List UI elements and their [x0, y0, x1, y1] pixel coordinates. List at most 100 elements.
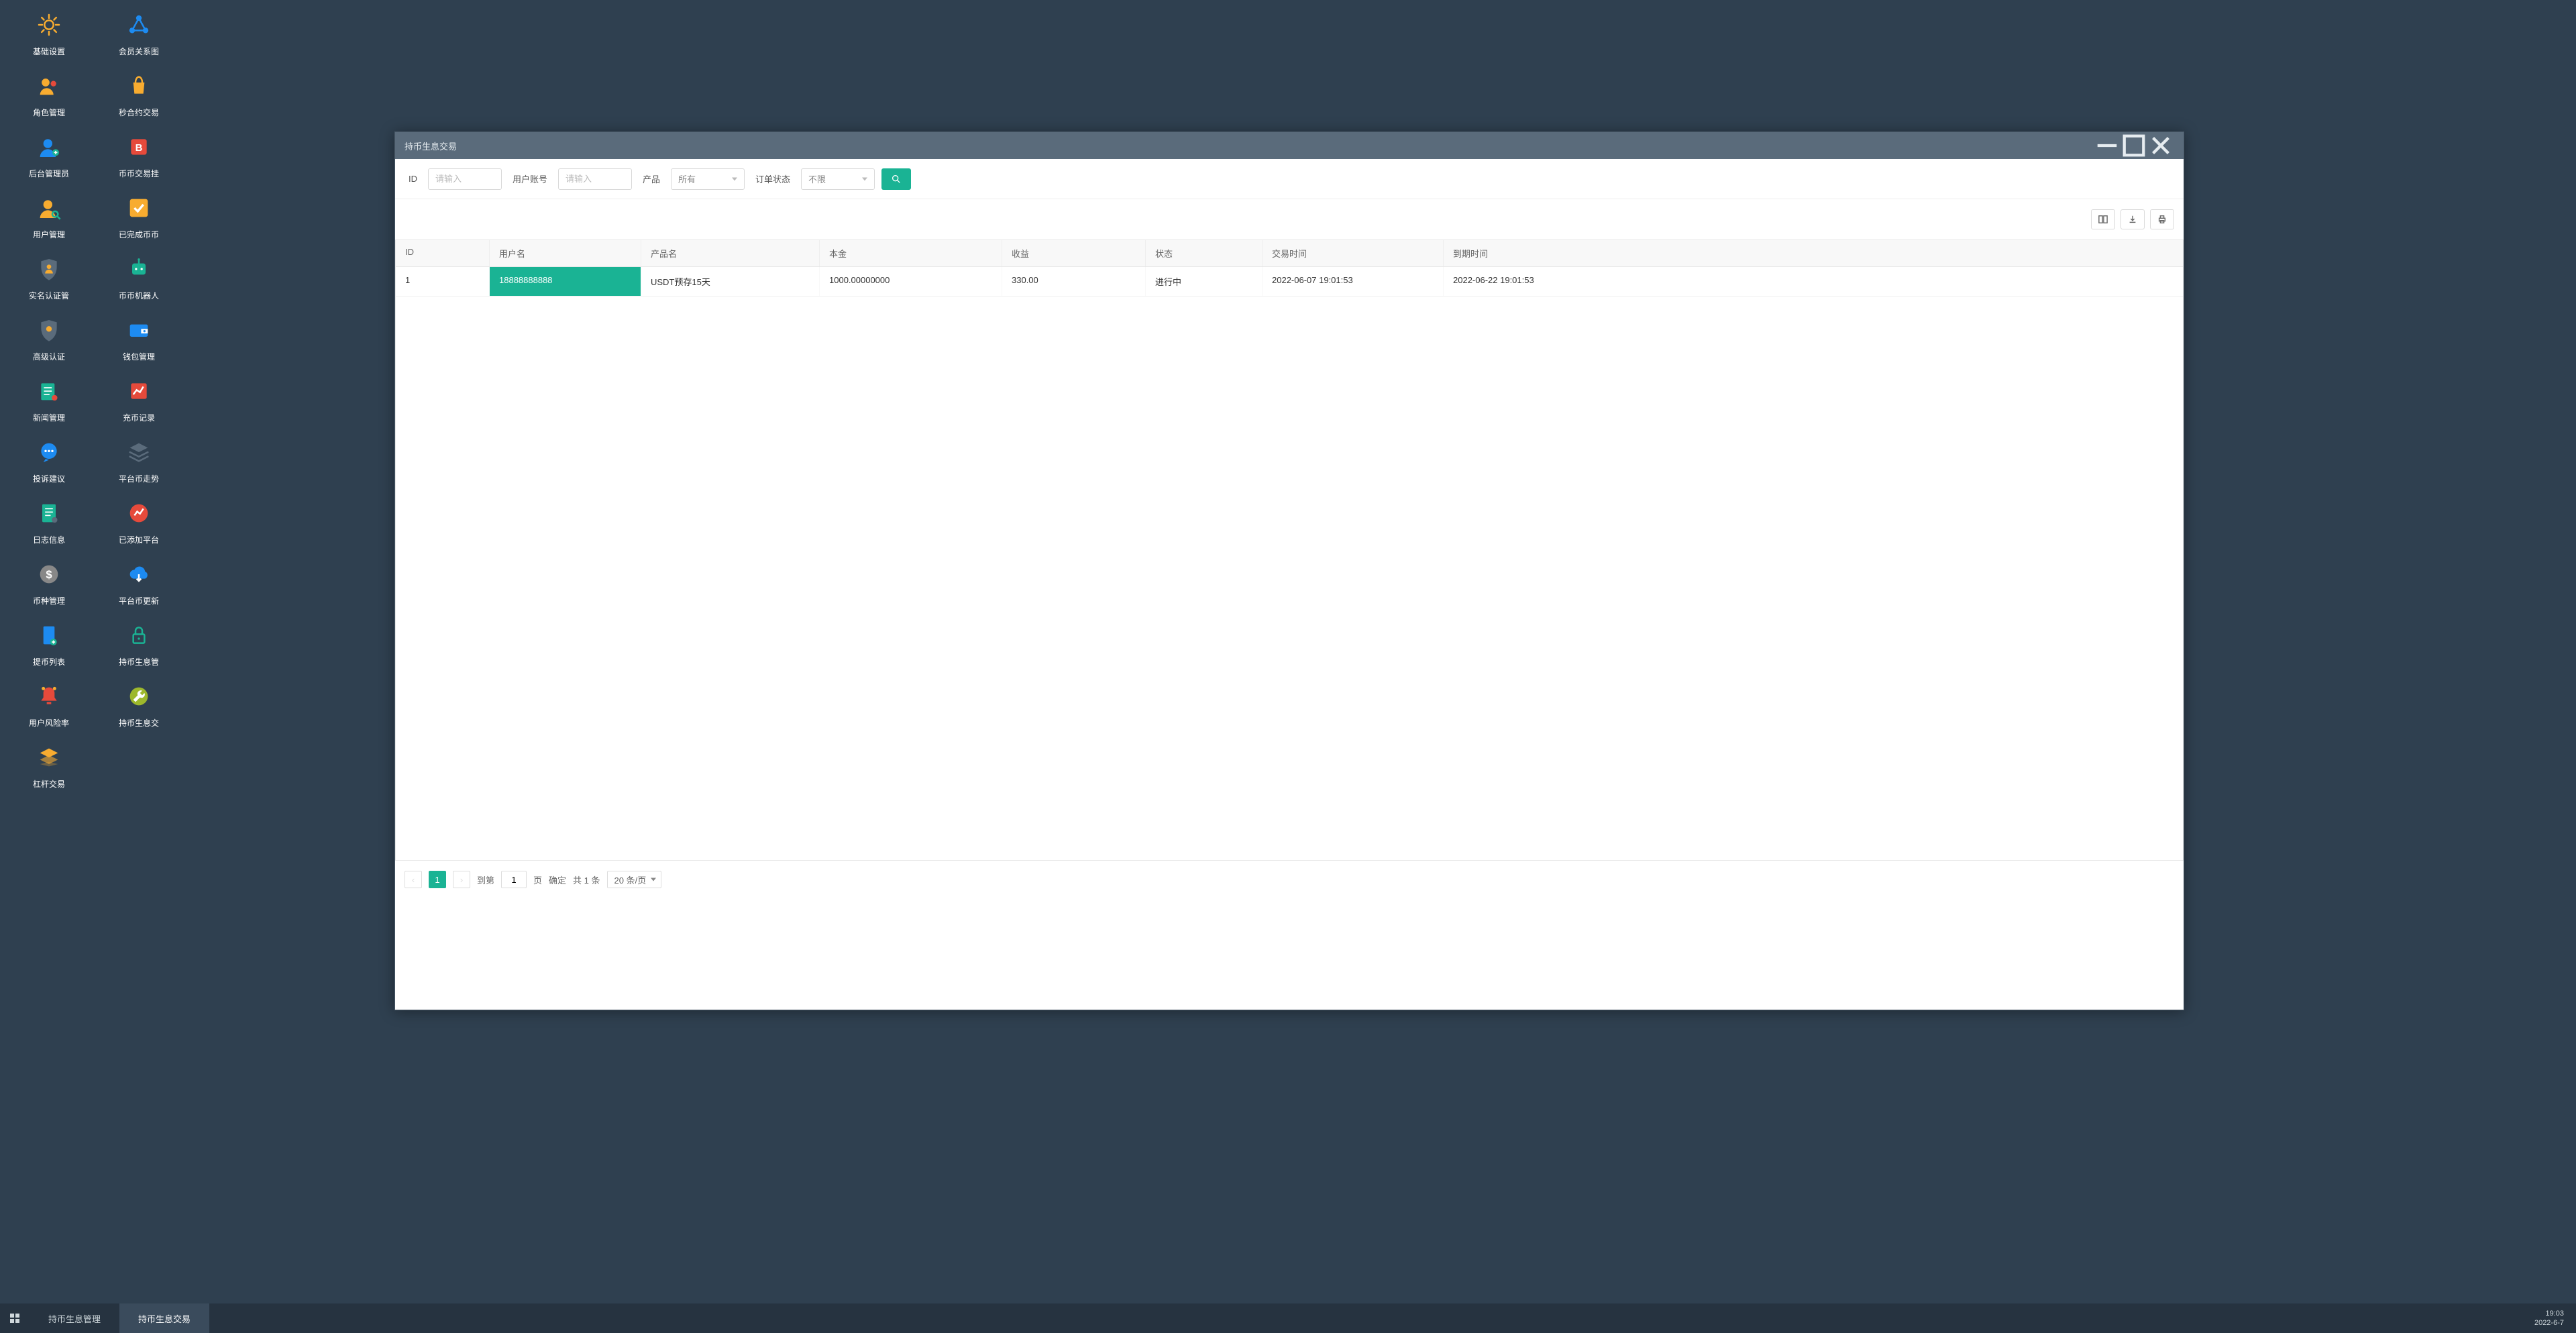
- page-next-button[interactable]: ›: [453, 871, 470, 888]
- robot-icon: [121, 251, 157, 287]
- trendcircle-icon: [121, 495, 157, 531]
- desktop-icon-15[interactable]: 平台币走势: [95, 434, 182, 484]
- print-button[interactable]: [2150, 209, 2174, 229]
- search-button[interactable]: [881, 168, 911, 190]
- cell-income: 330.00: [1002, 267, 1146, 296]
- desktop-icon-label: 基础设置: [33, 46, 65, 57]
- desktop-icon-16[interactable]: 日志信息: [5, 495, 93, 545]
- goto-unit: 页: [533, 873, 542, 886]
- search-icon: [891, 174, 902, 184]
- desktop-icon-14[interactable]: 投诉建议: [5, 434, 93, 484]
- window-titlebar[interactable]: 持币生息交易: [395, 132, 2184, 159]
- goto-confirm-button[interactable]: 确定: [549, 873, 566, 886]
- filter-account-label: 用户账号: [508, 172, 551, 185]
- desktop-icon-19[interactable]: 平台币更新: [95, 556, 182, 606]
- desktop-icon-label: 币币机器人: [119, 290, 159, 301]
- taskbar-clock[interactable]: 19:03 2022-6-7: [2522, 1303, 2576, 1333]
- desktop-icon-label: 持币生息管: [119, 656, 159, 668]
- usersearch-icon: [31, 190, 67, 226]
- gear-icon: [31, 7, 67, 43]
- window-holding-interest-tx: 持币生息交易 ID 用户账号 产品 所有 订单状态 不限 ID 用户名 产品名 …: [394, 131, 2184, 1010]
- export-icon: [2128, 215, 2137, 224]
- desktop-icon-6[interactable]: 用户管理: [5, 190, 93, 240]
- col-user: 用户名: [490, 240, 641, 266]
- filter-account-input[interactable]: [558, 168, 632, 190]
- desktop-icon-label: 新闻管理: [33, 412, 65, 423]
- desktop-icon-label: 币种管理: [33, 595, 65, 606]
- desktop-icon-13[interactable]: 充币记录: [95, 373, 182, 423]
- svg-text:$: $: [46, 568, 52, 581]
- filter-bar: ID 用户账号 产品 所有 订单状态 不限: [395, 159, 2184, 199]
- desktop-icon-23[interactable]: 持币生息交: [95, 678, 182, 729]
- taskbar: 持币生息管理持币生息交易 19:03 2022-6-7: [0, 1303, 2576, 1333]
- desktop-icon-0[interactable]: 基础设置: [5, 7, 93, 57]
- dollar-icon: $: [31, 556, 67, 592]
- col-id: ID: [396, 240, 490, 266]
- desktop-icon-label: 提币列表: [33, 656, 65, 668]
- desktop-icon-12[interactable]: 新闻管理: [5, 373, 93, 423]
- taskbar-item-1[interactable]: 持币生息交易: [119, 1303, 209, 1333]
- desktop-icon-7[interactable]: 已完成币币: [95, 190, 182, 240]
- col-income: 收益: [1002, 240, 1146, 266]
- taskbar-item-0[interactable]: 持币生息管理: [30, 1303, 119, 1333]
- page-number-current[interactable]: 1: [429, 871, 446, 888]
- data-table: ID 用户名 产品名 本金 收益 状态 交易时间 到期时间 1 18888888…: [395, 239, 2184, 861]
- shielduser-icon: [31, 251, 67, 287]
- windows-icon: [9, 1313, 20, 1324]
- stack-icon: [121, 434, 157, 470]
- desktop-icon-label: 投诉建议: [33, 473, 65, 484]
- columns-icon: [2098, 215, 2108, 224]
- userplus-icon: [31, 129, 67, 165]
- desktop-icon-22[interactable]: 用户风险率: [5, 678, 93, 729]
- desktop-icon-17[interactable]: 已添加平台: [95, 495, 182, 545]
- cell-status: 进行中: [1146, 267, 1263, 296]
- desktop-icon-5[interactable]: B币币交易挂: [95, 129, 182, 179]
- desktop-icon-9[interactable]: 币币机器人: [95, 251, 182, 301]
- desktop-icon-8[interactable]: 实名认证管: [5, 251, 93, 301]
- desktop-icon-2[interactable]: 角色管理: [5, 68, 93, 118]
- clock-time: 19:03: [2545, 1309, 2564, 1318]
- pagesize-select[interactable]: 20 条/页: [607, 871, 662, 888]
- col-prod: 产品名: [641, 240, 820, 266]
- export-button[interactable]: [2121, 209, 2145, 229]
- window-maximize-button[interactable]: [2121, 132, 2147, 159]
- goto-page-input[interactable]: [501, 871, 527, 888]
- desktop-icon-label: 用户管理: [33, 229, 65, 240]
- columns-button[interactable]: [2091, 209, 2115, 229]
- filter-id-input[interactable]: [428, 168, 502, 190]
- filter-status-label: 订单状态: [751, 172, 794, 185]
- shield2-icon: [31, 312, 67, 348]
- alert-icon: [31, 678, 67, 714]
- desktop-icon-3[interactable]: 秒合约交易: [95, 68, 182, 118]
- layers-icon: [31, 739, 67, 776]
- start-button[interactable]: [0, 1303, 30, 1333]
- desktop-icon-11[interactable]: 钱包管理: [95, 312, 182, 362]
- lock-icon: [121, 617, 157, 653]
- blockB-icon: B: [121, 129, 157, 165]
- window-minimize-button[interactable]: [2094, 132, 2121, 159]
- table-toolbar: [395, 199, 2184, 239]
- table-row[interactable]: 1 18888888888 USDT预存15天 1000.00000000 33…: [396, 267, 2183, 297]
- desktop-icon-label: 钱包管理: [123, 351, 155, 362]
- wallet-icon: [121, 312, 157, 348]
- desktop-icon-1[interactable]: 会员关系图: [95, 7, 182, 57]
- page-prev-button[interactable]: ‹: [405, 871, 422, 888]
- col-txtime: 交易时间: [1263, 240, 1444, 266]
- window-close-button[interactable]: [2147, 132, 2174, 159]
- desktop-icon-10[interactable]: 高级认证: [5, 312, 93, 362]
- cell-id: 1: [396, 267, 490, 296]
- desktop-icon-4[interactable]: 后台管理员: [5, 129, 93, 179]
- col-exptime: 到期时间: [1444, 240, 1625, 266]
- doc-icon: [31, 617, 67, 653]
- total-count: 共 1 条: [573, 873, 600, 886]
- desktop-icon-20[interactable]: 提币列表: [5, 617, 93, 668]
- desktop-icon-label: 杠杆交易: [33, 778, 65, 790]
- filter-status-select[interactable]: 不限: [801, 168, 875, 190]
- clock-date: 2022-6-7: [2534, 1318, 2564, 1328]
- desktop-icon-18[interactable]: $ 币种管理: [5, 556, 93, 606]
- cell-user[interactable]: 18888888888: [490, 267, 641, 296]
- desktop-icon-label: 后台管理员: [29, 168, 69, 179]
- filter-product-select[interactable]: 所有: [671, 168, 745, 190]
- desktop-icon-24[interactable]: 杠杆交易: [5, 739, 93, 790]
- desktop-icon-21[interactable]: 持币生息管: [95, 617, 182, 668]
